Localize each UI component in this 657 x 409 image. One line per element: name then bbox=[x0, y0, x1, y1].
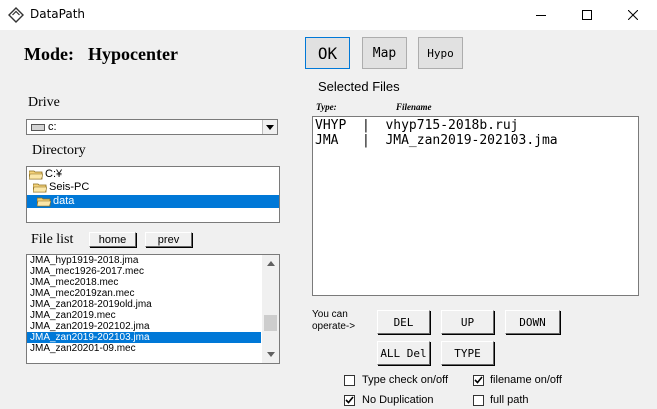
directory-item[interactable]: Seis-PC bbox=[32, 181, 277, 194]
del-button[interactable]: DEL bbox=[377, 310, 430, 334]
close-icon bbox=[628, 10, 638, 20]
down-button[interactable]: DOWN bbox=[505, 310, 560, 334]
no-duplication-checkbox[interactable] bbox=[344, 395, 355, 406]
full-path-label: full path bbox=[490, 394, 529, 406]
minimize-icon bbox=[536, 10, 546, 20]
home-button[interactable]: home bbox=[89, 232, 136, 247]
file-list-scrollbar[interactable] bbox=[262, 255, 279, 363]
operate-hint-line2: operate-> bbox=[312, 321, 356, 332]
filename-checkbox[interactable] bbox=[473, 375, 484, 386]
window-title: DataPath bbox=[30, 7, 86, 21]
selected-files-title: Selected Files bbox=[318, 79, 400, 94]
directory-item-label: Seis-PC bbox=[49, 181, 90, 193]
maximize-button[interactable] bbox=[564, 0, 610, 30]
no-duplication-label: No Duplication bbox=[362, 394, 434, 406]
close-button[interactable] bbox=[610, 0, 656, 30]
file-list[interactable]: JMA_hyp1919-2018.jma JMA_mec1926-2017.me… bbox=[26, 254, 280, 364]
type-check-checkbox[interactable] bbox=[344, 375, 355, 386]
operate-hint: You can operate-> bbox=[312, 309, 355, 333]
open-folder-icon bbox=[32, 183, 48, 193]
drive-value: c: bbox=[48, 121, 57, 133]
list-item[interactable]: JMA_mec1926-2017.mec bbox=[27, 266, 261, 277]
title-bar: DataPath bbox=[0, 0, 657, 30]
list-item[interactable]: JMA_mec2018.mec bbox=[27, 277, 261, 288]
full-path-checkbox[interactable] bbox=[473, 395, 484, 406]
all-del-button[interactable]: ALL Del bbox=[377, 341, 430, 365]
directory-item-label: data bbox=[53, 195, 75, 207]
open-folder-icon bbox=[36, 197, 52, 207]
directory-list[interactable]: C:¥ Seis-PC data bbox=[26, 166, 280, 223]
operate-hint-line1: You can bbox=[312, 309, 348, 320]
open-folder-icon bbox=[28, 170, 44, 180]
list-item[interactable]: JMA_zan20201-09.mec bbox=[27, 343, 261, 354]
ok-button[interactable]: OK bbox=[305, 37, 350, 69]
list-item[interactable]: JMA_mec2019zan.mec bbox=[27, 288, 261, 299]
mode-label: Mode: bbox=[24, 44, 74, 64]
scroll-up-icon[interactable] bbox=[262, 255, 279, 272]
directory-label: Directory bbox=[32, 143, 86, 158]
selected-file-row[interactable]: JMA | JMA_zan2019-202103.jma bbox=[315, 134, 558, 148]
drive-label: Drive bbox=[28, 95, 60, 110]
scrollbar-thumb[interactable] bbox=[264, 315, 277, 331]
directory-item-label: C:¥ bbox=[45, 168, 63, 180]
map-button[interactable]: Map bbox=[362, 37, 407, 69]
filename-column-header: Filename bbox=[396, 102, 432, 112]
mode-value: Hypocenter bbox=[88, 44, 178, 64]
scroll-down-icon[interactable] bbox=[262, 346, 279, 363]
prev-button[interactable]: prev bbox=[145, 232, 192, 247]
checkmark-icon bbox=[345, 395, 354, 407]
drive-select[interactable]: c: bbox=[26, 119, 278, 135]
filename-label: filename on/off bbox=[490, 374, 562, 386]
chevron-down-icon[interactable] bbox=[262, 120, 277, 134]
list-item-selected[interactable]: JMA_zan2019-202103.jma bbox=[27, 332, 261, 343]
file-list-label: File list bbox=[31, 232, 74, 247]
list-item[interactable]: JMA_zan2019-202102.jma bbox=[27, 321, 261, 332]
selected-files-list[interactable]: VHYP | vhyp715-2018b.ruj JMA | JMA_zan20… bbox=[312, 116, 639, 296]
maximize-icon bbox=[582, 10, 592, 20]
disk-drive-icon bbox=[31, 124, 45, 131]
list-item[interactable]: JMA_hyp1919-2018.jma bbox=[27, 255, 261, 266]
directory-item[interactable]: C:¥ bbox=[28, 168, 277, 181]
directory-item-selected[interactable]: data bbox=[27, 195, 279, 208]
selected-file-row[interactable]: VHYP | vhyp715-2018b.ruj bbox=[315, 119, 519, 133]
list-item[interactable]: JMA_zan2019.mec bbox=[27, 310, 261, 321]
minimize-button[interactable] bbox=[518, 0, 564, 30]
checkmark-icon bbox=[474, 375, 483, 387]
list-item[interactable]: JMA_zan2018-2019old.jma bbox=[27, 299, 261, 310]
type-check-label: Type check on/off bbox=[362, 374, 449, 386]
hypo-button[interactable]: Hypo bbox=[418, 37, 463, 69]
app-diamond-icon bbox=[8, 7, 24, 23]
up-button[interactable]: UP bbox=[441, 310, 494, 334]
type-column-header: Type: bbox=[316, 102, 337, 112]
type-button[interactable]: TYPE bbox=[441, 341, 494, 365]
